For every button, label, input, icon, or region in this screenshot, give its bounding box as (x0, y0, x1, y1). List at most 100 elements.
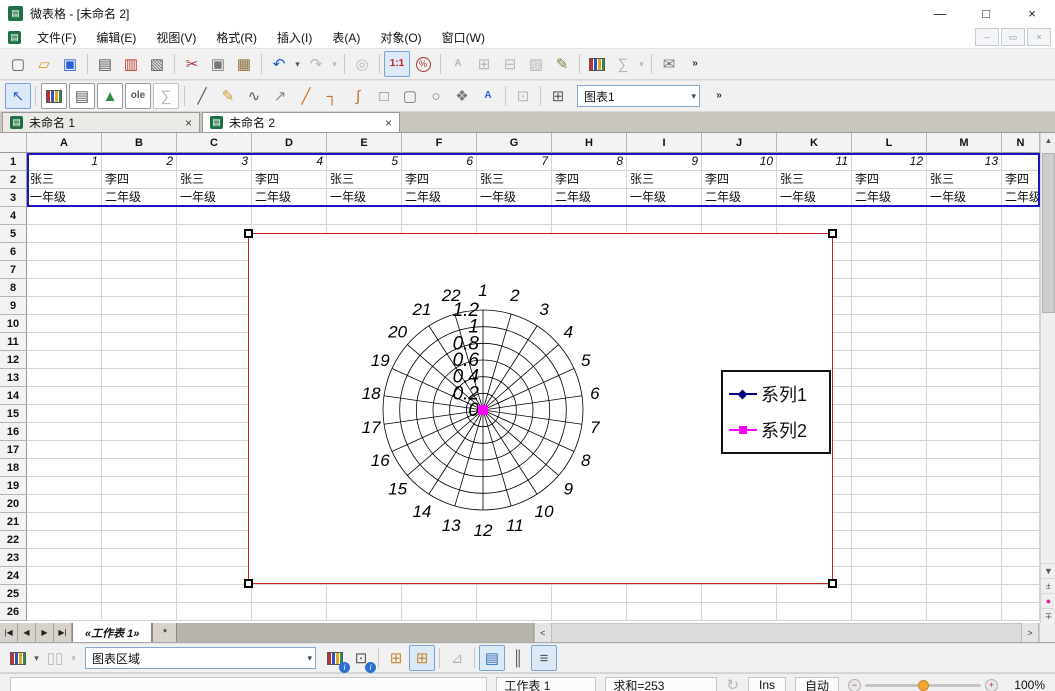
cell-N2[interactable]: 李四 (1002, 171, 1040, 189)
cell-C26[interactable] (177, 603, 252, 621)
cell-L26[interactable] (852, 603, 927, 621)
column-header-E[interactable]: E (327, 133, 402, 153)
column-header-G[interactable]: G (477, 133, 552, 153)
cell-H4[interactable] (552, 207, 627, 225)
cell-A24[interactable] (27, 567, 102, 585)
undo-button[interactable]: ↶ (266, 51, 292, 77)
column-header-K[interactable]: K (777, 133, 852, 153)
cell-N5[interactable] (1002, 225, 1040, 243)
cell-N21[interactable] (1002, 513, 1040, 531)
cell-C1[interactable]: 3 (177, 153, 252, 171)
cell-B21[interactable] (102, 513, 177, 531)
row-header-7[interactable]: 7 (0, 261, 27, 279)
column-header-D[interactable]: D (252, 133, 327, 153)
last-sheet-button[interactable]: ▶| (54, 623, 72, 642)
cell-A26[interactable] (27, 603, 102, 621)
menu-item-7[interactable]: 窗口(W) (432, 27, 495, 48)
column-header-L[interactable]: L (852, 133, 927, 153)
cell-I4[interactable] (627, 207, 702, 225)
draw-arrow-button[interactable]: ↗ (267, 83, 293, 109)
cell-B20[interactable] (102, 495, 177, 513)
cell-L24[interactable] (852, 567, 927, 585)
cell-J1[interactable]: 10 (702, 153, 777, 171)
cell-A25[interactable] (27, 585, 102, 603)
cell-M13[interactable] (927, 369, 1002, 387)
row-header-3[interactable]: 3 (0, 189, 27, 207)
draw-polygon-button[interactable]: ❖ (449, 83, 475, 109)
row-header-11[interactable]: 11 (0, 333, 27, 351)
cell-C13[interactable] (177, 369, 252, 387)
minimize-button[interactable]: — (917, 0, 963, 26)
cell-N25[interactable] (1002, 585, 1040, 603)
cell-B22[interactable] (102, 531, 177, 549)
scroll-left-icon[interactable]: < (534, 623, 552, 642)
cell-L1[interactable]: 12 (852, 153, 927, 171)
chart-legend[interactable]: 系列1系列2 (721, 370, 831, 454)
cell-L19[interactable] (852, 477, 927, 495)
cell-M2[interactable]: 张三 (927, 171, 1002, 189)
cell-D3[interactable]: 二年级 (252, 189, 327, 207)
cell-M20[interactable] (927, 495, 1002, 513)
cell-C3[interactable]: 一年级 (177, 189, 252, 207)
cell-M23[interactable] (927, 549, 1002, 567)
column-header-F[interactable]: F (402, 133, 477, 153)
cell-C11[interactable] (177, 333, 252, 351)
more-tools-button[interactable]: » (682, 51, 708, 77)
cell-M25[interactable] (927, 585, 1002, 603)
status-auto-mode[interactable]: 自动 (795, 677, 839, 691)
cell-D2[interactable]: 李四 (252, 171, 327, 189)
cell-M21[interactable] (927, 513, 1002, 531)
row-header-26[interactable]: 26 (0, 603, 27, 621)
cell-L12[interactable] (852, 351, 927, 369)
first-sheet-button[interactable]: |◀ (0, 623, 18, 642)
cell-C8[interactable] (177, 279, 252, 297)
prev-sheet-button[interactable]: ◀ (18, 623, 36, 642)
open-button[interactable]: ▱ (31, 51, 57, 77)
cell-F2[interactable]: 李四 (402, 171, 477, 189)
zoom-in-button[interactable]: + (985, 679, 998, 691)
column-header-C[interactable]: C (177, 133, 252, 153)
cell-C6[interactable] (177, 243, 252, 261)
cell-M4[interactable] (927, 207, 1002, 225)
cell-A10[interactable] (27, 315, 102, 333)
cell-L4[interactable] (852, 207, 927, 225)
cell-L20[interactable] (852, 495, 927, 513)
row-header-23[interactable]: 23 (0, 549, 27, 567)
vertical-scroll-thumb[interactable] (1042, 153, 1055, 313)
mdi-close-button[interactable]: × (1027, 28, 1051, 46)
cell-L5[interactable] (852, 225, 927, 243)
cell-D25[interactable] (252, 585, 327, 603)
chart-properties-button[interactable]: ⊡i (348, 645, 374, 671)
cell-I26[interactable] (627, 603, 702, 621)
cell-M15[interactable] (927, 405, 1002, 423)
cell-F1[interactable]: 6 (402, 153, 477, 171)
row-header-15[interactable]: 15 (0, 405, 27, 423)
scroll-up-icon[interactable]: ▲ (1041, 133, 1055, 148)
cell-N12[interactable] (1002, 351, 1040, 369)
cell-E25[interactable] (327, 585, 402, 603)
cell-A19[interactable] (27, 477, 102, 495)
cell-B19[interactable] (102, 477, 177, 495)
row-header-1[interactable]: 1 (0, 153, 27, 171)
cell-A18[interactable] (27, 459, 102, 477)
doc-tab-close-icon[interactable]: × (185, 116, 192, 130)
cell-A20[interactable] (27, 495, 102, 513)
menu-item-2[interactable]: 视图(V) (146, 27, 206, 48)
row-header-9[interactable]: 9 (0, 297, 27, 315)
cell-C18[interactable] (177, 459, 252, 477)
mdi-minimize-button[interactable]: – (975, 28, 999, 46)
cell-F25[interactable] (402, 585, 477, 603)
cell-D4[interactable] (252, 207, 327, 225)
insert-ole-button[interactable]: ole (125, 83, 151, 109)
next-sheet-button[interactable]: ▶ (36, 623, 54, 642)
legend-entry-1[interactable]: 系列1 (729, 381, 829, 407)
cell-M24[interactable] (927, 567, 1002, 585)
cell-G1[interactable]: 7 (477, 153, 552, 171)
cell-D1[interactable]: 4 (252, 153, 327, 171)
cell-B9[interactable] (102, 297, 177, 315)
cell-G26[interactable] (477, 603, 552, 621)
cell-N15[interactable] (1002, 405, 1040, 423)
cell-N26[interactable] (1002, 603, 1040, 621)
cell-F26[interactable] (402, 603, 477, 621)
cell-M17[interactable] (927, 441, 1002, 459)
